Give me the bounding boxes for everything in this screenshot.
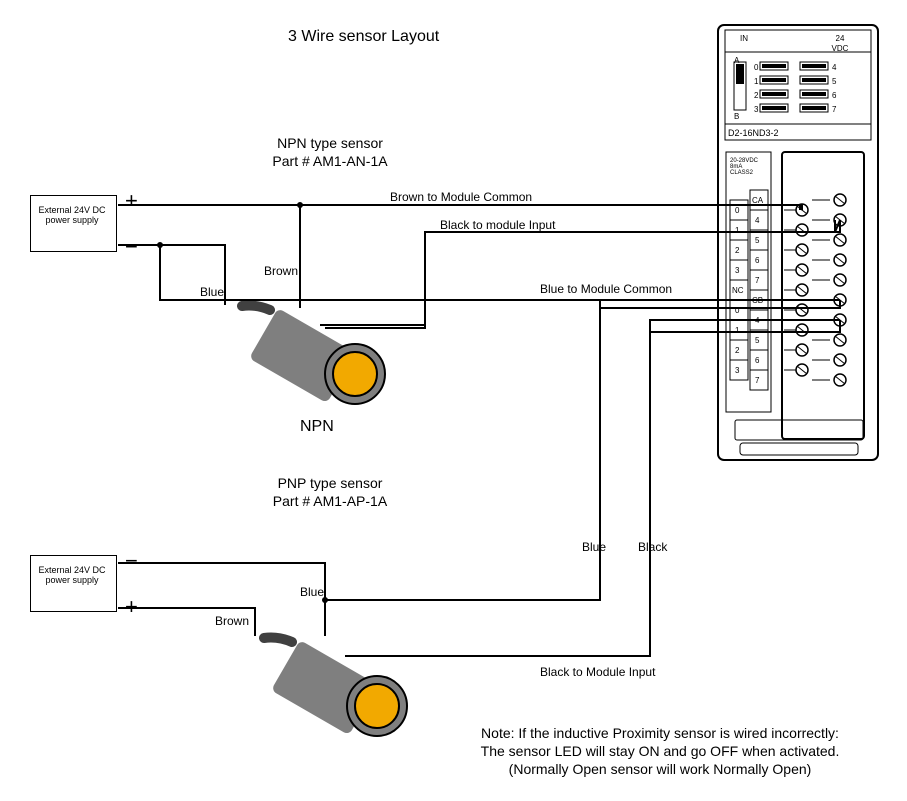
wiring-overlay [0, 0, 907, 801]
